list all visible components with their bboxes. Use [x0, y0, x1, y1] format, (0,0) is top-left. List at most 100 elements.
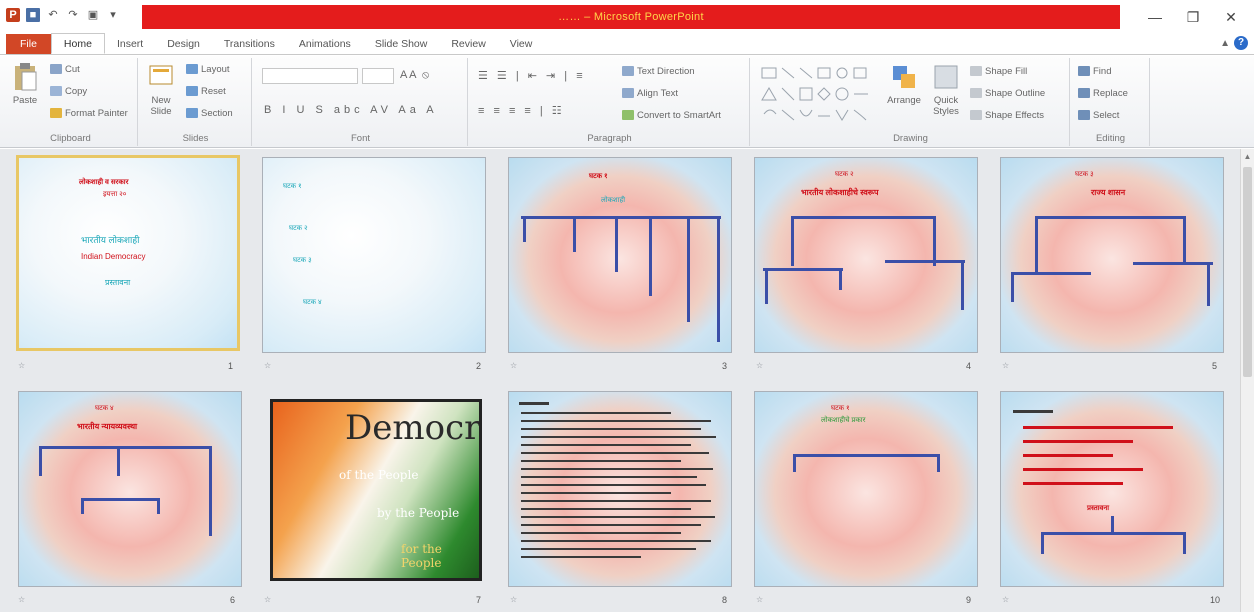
clipboard-group-label: Clipboard: [50, 133, 91, 144]
new-slide-icon: [149, 65, 173, 85]
minimize-ribbon-icon[interactable]: ▲: [1220, 38, 1230, 49]
window-title: …… – Microsoft PowerPoint: [142, 5, 1120, 29]
shape-fill-button[interactable]: Shape Fill: [970, 66, 1027, 77]
slide-1-transition-icon[interactable]: ☆: [18, 361, 25, 370]
tab-insert[interactable]: Insert: [105, 34, 155, 54]
tab-home[interactable]: Home: [50, 33, 105, 54]
shape-outline-button[interactable]: Shape Outline: [970, 88, 1045, 99]
slide-7-number: 7: [476, 595, 482, 605]
format-painter-button[interactable]: Format Painter: [50, 108, 128, 119]
slide-8-text-lines: [519, 402, 716, 558]
slide-3-branch: [649, 216, 652, 296]
slide-7-line-3: for the People: [401, 542, 442, 570]
scrollbar-thumb[interactable]: [1243, 167, 1252, 377]
paste-button[interactable]: Paste: [8, 62, 42, 106]
shape-fill-icon: [970, 66, 982, 77]
slide-6-branch: [39, 446, 42, 476]
select-button[interactable]: Select: [1078, 110, 1119, 121]
slide-1-subtitle: इयत्ता २०: [103, 191, 127, 198]
arrange-button[interactable]: Arrange: [884, 62, 924, 106]
customize-qat-icon[interactable]: ▾: [106, 8, 120, 22]
shape-outline-icon: [970, 88, 982, 99]
slide-thumbnail-6[interactable]: घटक ४ भारतीय न्यायव्यवस्था: [18, 391, 242, 587]
slide-2-item-2: घटक २: [289, 225, 308, 232]
slide-8-transition-icon[interactable]: ☆: [510, 595, 517, 604]
slide-5-transition-icon[interactable]: ☆: [1002, 361, 1009, 370]
slide-thumbnail-3[interactable]: घटक १ लोकशाही: [508, 157, 732, 353]
slide-4-connector: [885, 260, 965, 263]
slide-4-transition-icon[interactable]: ☆: [756, 361, 763, 370]
tab-design[interactable]: Design: [155, 34, 212, 54]
align-text-button[interactable]: Align Text: [622, 88, 678, 99]
convert-smartart-label: Convert to SmartArt: [637, 110, 721, 121]
close-button[interactable]: ✕: [1212, 4, 1250, 30]
shapes-gallery[interactable]: [760, 66, 880, 126]
font-format-buttons[interactable]: B I U S abc AV Aa A: [264, 104, 438, 116]
slide-thumbnail-5[interactable]: घटक ३ राज्य शासन: [1000, 157, 1224, 353]
tab-animations[interactable]: Animations: [287, 34, 363, 54]
slide-3-transition-icon[interactable]: ☆: [510, 361, 517, 370]
section-button[interactable]: Section: [186, 108, 233, 119]
list-buttons[interactable]: ☰ ☰ | ⇤ ⇥ | ≡: [478, 69, 586, 82]
cut-button[interactable]: Cut: [50, 64, 80, 75]
binoculars-icon: [1078, 66, 1090, 77]
paste-icon: [15, 63, 37, 91]
minimize-button[interactable]: —: [1136, 4, 1174, 30]
tab-review[interactable]: Review: [439, 34, 497, 54]
redo-icon[interactable]: ↷: [66, 8, 80, 22]
slide-6-branch: [209, 446, 212, 536]
layout-label: Layout: [201, 64, 230, 75]
copy-button[interactable]: Copy: [50, 86, 87, 97]
font-size-box[interactable]: [362, 68, 394, 84]
convert-smartart-button[interactable]: Convert to SmartArt: [622, 110, 721, 121]
slide-thumbnail-4[interactable]: घटक २ भारतीय लोकशाहीचे स्वरूप: [754, 157, 978, 353]
ribbon: Paste Cut Copy Format Painter Clipboard …: [0, 56, 1254, 148]
font-name-box[interactable]: [262, 68, 358, 84]
slide-2-item-4: घटक ४: [303, 299, 322, 306]
slide-6-transition-icon[interactable]: ☆: [18, 595, 25, 604]
slide-4-connector: [791, 216, 935, 219]
slide-thumbnail-2[interactable]: घटक १ घटक २ घटक ३ घटक ४: [262, 157, 486, 353]
slide-9-transition-icon[interactable]: ☆: [756, 595, 763, 604]
find-button[interactable]: Find: [1078, 66, 1111, 77]
text-direction-button[interactable]: Text Direction: [622, 66, 695, 77]
slide-3-branch: [615, 216, 618, 272]
format-painter-label: Format Painter: [65, 108, 128, 119]
slide-4-connector: [763, 268, 843, 271]
undo-icon[interactable]: ↶: [46, 8, 60, 22]
quick-styles-button[interactable]: Quick Styles: [928, 62, 964, 117]
vertical-scrollbar[interactable]: ▲: [1240, 149, 1254, 612]
ribbon-tabs: File Home Insert Design Transitions Anim…: [0, 33, 1254, 55]
align-buttons[interactable]: ≡ ≡ ≡ ≡ | ☷: [478, 104, 565, 117]
paste-label: Paste: [12, 95, 38, 106]
slide-10-branch: [1183, 532, 1186, 554]
replace-button[interactable]: Replace: [1078, 88, 1128, 99]
reset-button[interactable]: Reset: [186, 86, 226, 97]
slide-thumbnail-8[interactable]: [508, 391, 732, 587]
tab-file[interactable]: File: [6, 34, 51, 54]
tab-slide-show[interactable]: Slide Show: [363, 34, 440, 54]
new-slide-button[interactable]: New Slide: [144, 62, 178, 117]
shape-effects-button[interactable]: Shape Effects: [970, 110, 1044, 121]
start-slideshow-icon[interactable]: ▣: [86, 8, 100, 22]
help-icon[interactable]: ?: [1234, 36, 1248, 50]
slide-4-branch: [765, 268, 768, 304]
shape-effects-icon: [970, 110, 982, 121]
restore-button[interactable]: ❐: [1174, 4, 1212, 30]
font-size-buttons[interactable]: A A ⦸: [400, 69, 429, 82]
layout-button[interactable]: Layout: [186, 64, 230, 75]
scroll-up-icon[interactable]: ▲: [1243, 152, 1252, 162]
slide-thumbnail-10[interactable]: प्रस्तावना: [1000, 391, 1224, 587]
align-text-label: Align Text: [637, 88, 679, 99]
slide-7-transition-icon[interactable]: ☆: [264, 595, 271, 604]
slide-thumbnail-1[interactable]: लोकशाही व सरकार इयत्ता २० भारतीय लोकशाही…: [16, 155, 240, 351]
tab-view[interactable]: View: [498, 34, 545, 54]
slide-10-heading: प्रस्तावना: [1087, 505, 1110, 512]
slide-8-number: 8: [722, 595, 728, 605]
slide-thumbnail-9[interactable]: घटक १ लोकशाहीचे प्रकार: [754, 391, 978, 587]
save-icon[interactable]: ■: [26, 8, 40, 22]
slide-thumbnail-7[interactable]: Democracy of the People by the People fo…: [270, 399, 482, 581]
tab-transitions[interactable]: Transitions: [212, 34, 287, 54]
slide-2-transition-icon[interactable]: ☆: [264, 361, 271, 370]
slide-10-transition-icon[interactable]: ☆: [1002, 595, 1009, 604]
